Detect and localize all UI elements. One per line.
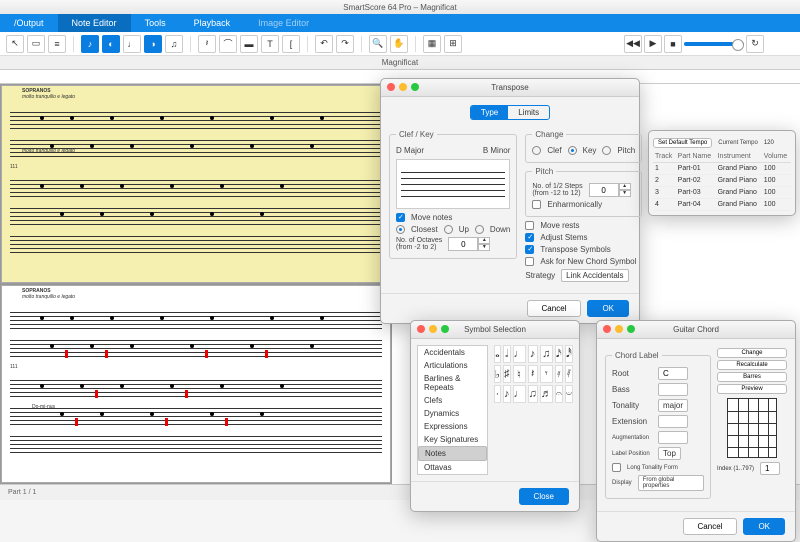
- tool-layout[interactable]: ⊞: [444, 35, 462, 53]
- symbol-dialog: Symbol Selection AccidentalsArticulation…: [410, 320, 580, 512]
- barres-button[interactable]: Barres: [717, 372, 787, 382]
- stop-button[interactable]: ■: [664, 35, 682, 53]
- mixer-panel: Set Default Tempo Current Tempo 120 Trac…: [648, 130, 796, 216]
- tool-text[interactable]: T: [261, 35, 279, 53]
- pitch-radio[interactable]: [602, 146, 611, 155]
- tool-tie[interactable]: ⌒: [219, 35, 237, 53]
- recalc-button[interactable]: Recalculate: [717, 360, 787, 370]
- tool-select[interactable]: ▭: [27, 35, 45, 53]
- chord-dialog: Guitar Chord Chord Label Root Bass Tonal…: [596, 320, 796, 542]
- tool-undo[interactable]: ↶: [315, 35, 333, 53]
- mixer-row[interactable]: 3Part-03Grand Piano100: [653, 187, 791, 199]
- ext-input[interactable]: [658, 415, 688, 428]
- document-tab[interactable]: Magnificat: [0, 56, 800, 70]
- tool-bracket[interactable]: [: [282, 35, 300, 53]
- transpose-symbols-check[interactable]: [525, 245, 534, 254]
- chord-diagram: [727, 398, 777, 458]
- window-titlebar: SmartScore 64 Pro – Magnificat: [0, 0, 800, 14]
- halfsteps-stepper[interactable]: ▲▼: [589, 183, 631, 197]
- prev-button[interactable]: ◀◀: [624, 35, 642, 53]
- playback-controls: ◀◀ ▶ ■ ↻: [624, 35, 764, 53]
- transpose-title: Transpose: [381, 79, 639, 97]
- symbol-close-button[interactable]: Close: [519, 488, 569, 505]
- tool-redo[interactable]: ↷: [336, 35, 354, 53]
- down-radio[interactable]: [475, 225, 484, 234]
- toolbar: ↖ ▭ ≡ ♪ ◐ ♩ ◑ ♫ 𝄽 ⌒ ▬ T [ ↶ ↷ 🔍 ✋ ▦ ⊞ ◀◀…: [0, 32, 800, 56]
- tab-playback[interactable]: Playback: [180, 14, 245, 32]
- default-tempo-button[interactable]: Set Default Tempo: [653, 138, 712, 148]
- mixer-table: TrackPart NameInstrumentVolume 1Part-01G…: [653, 151, 791, 211]
- close-icon[interactable]: [387, 83, 395, 91]
- bass-input[interactable]: [658, 383, 688, 396]
- tonality-select[interactable]: major: [658, 399, 688, 412]
- transpose-tabs[interactable]: Type Limits: [470, 105, 550, 120]
- move-rests-check[interactable]: [525, 221, 534, 230]
- tool-cursor[interactable]: ↖: [6, 35, 24, 53]
- change-button[interactable]: Change: [717, 348, 787, 358]
- ask-chord-check[interactable]: [525, 257, 534, 266]
- mixer-row[interactable]: 2Part-02Grand Piano100: [653, 175, 791, 187]
- symbol-category-list[interactable]: AccidentalsArticulationsBarlines & Repea…: [417, 345, 488, 475]
- transpose-ok-button[interactable]: OK: [587, 300, 629, 317]
- closest-radio[interactable]: [396, 225, 405, 234]
- close-icon[interactable]: [417, 325, 425, 333]
- mixer-row[interactable]: 1Part-01Grand Piano100: [653, 163, 791, 175]
- strategy-select[interactable]: Link Accidentals: [561, 269, 628, 282]
- enharm-check[interactable]: [532, 200, 541, 209]
- max-icon[interactable]: [411, 83, 419, 91]
- menu-bar: /Output Note Editor Tools Playback Image…: [0, 14, 800, 32]
- tool-note1[interactable]: ♪: [81, 35, 99, 53]
- status-page: Part 1 / 1: [8, 489, 36, 496]
- loop-button[interactable]: ↻: [746, 35, 764, 53]
- play-button[interactable]: ▶: [644, 35, 662, 53]
- chord-ok-button[interactable]: OK: [743, 518, 785, 535]
- tool-note4[interactable]: ◑: [144, 35, 162, 53]
- workspace: SOPRANOS molto tranquillo e legato molto…: [0, 70, 800, 484]
- chord-cancel-button[interactable]: Cancel: [683, 518, 738, 535]
- octaves-stepper[interactable]: ▲▼: [448, 237, 490, 251]
- mixer-row[interactable]: 4Part-04Grand Piano100: [653, 199, 791, 211]
- transpose-cancel-button[interactable]: Cancel: [527, 300, 582, 317]
- tool-zoom[interactable]: 🔍: [369, 35, 387, 53]
- ruler-top-left: [0, 70, 392, 84]
- preview-button[interactable]: Preview: [717, 384, 787, 394]
- score-pane-original[interactable]: SOPRANOS molto tranquillo e legato molto…: [1, 85, 391, 283]
- move-notes-check[interactable]: [396, 213, 405, 222]
- tool-note3[interactable]: ♩: [123, 35, 141, 53]
- tool-page[interactable]: ▦: [423, 35, 441, 53]
- tab-output[interactable]: /Output: [0, 14, 58, 32]
- aug-input[interactable]: [658, 431, 688, 444]
- min-icon[interactable]: [399, 83, 407, 91]
- tab-note-editor[interactable]: Note Editor: [58, 14, 131, 32]
- tool-note2[interactable]: ◐: [102, 35, 120, 53]
- tab-tools[interactable]: Tools: [131, 14, 180, 32]
- tempo-slider[interactable]: [684, 42, 744, 46]
- score-pane-recognized[interactable]: SOPRANOS molto tranquillo e legato 111 D…: [1, 285, 391, 483]
- tool-props[interactable]: ≡: [48, 35, 66, 53]
- up-radio[interactable]: [444, 225, 453, 234]
- transpose-dialog: Transpose Type Limits Clef / Key D Major…: [380, 78, 640, 324]
- root-input[interactable]: [658, 367, 688, 380]
- key-radio[interactable]: [568, 146, 577, 155]
- tool-note5[interactable]: ♫: [165, 35, 183, 53]
- window-title: SmartScore 64 Pro – Magnificat: [343, 3, 456, 12]
- longform-check[interactable]: [612, 463, 621, 472]
- close-icon[interactable]: [603, 325, 611, 333]
- symbol-grid[interactable]: 𝅝𝅗𝅥♩♪♫𝅘𝅥𝅯𝅘𝅥𝅰 ♭♯♮𝄽𝄾𝄿𝅀 ·♪♩♫♬𝄐𝄑: [494, 345, 573, 403]
- tool-rest[interactable]: 𝄽: [198, 35, 216, 53]
- adjust-stems-check[interactable]: [525, 233, 534, 242]
- tab-image-editor[interactable]: Image Editor: [244, 14, 323, 32]
- tool-beam[interactable]: ▬: [240, 35, 258, 53]
- tool-hand[interactable]: ✋: [390, 35, 408, 53]
- clef-radio[interactable]: [532, 146, 541, 155]
